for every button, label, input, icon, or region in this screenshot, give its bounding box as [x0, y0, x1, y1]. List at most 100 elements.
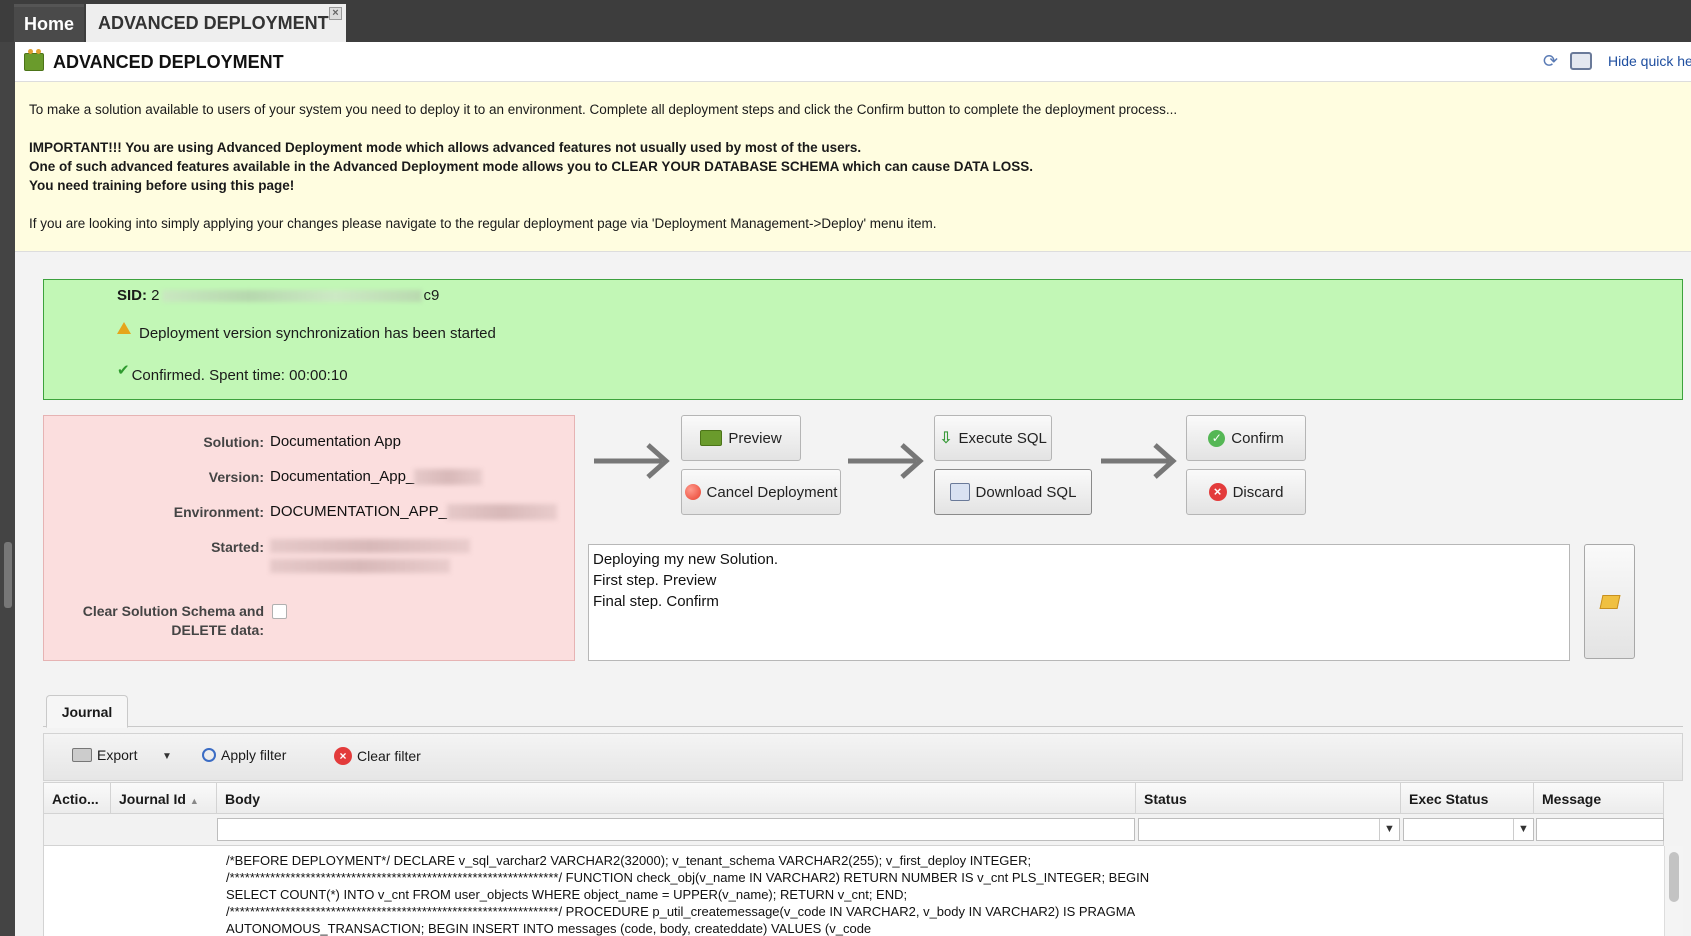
version-value: Documentation_App_: [270, 468, 483, 486]
grid-scrollbar[interactable]: [1664, 846, 1683, 936]
column-header-message[interactable]: Message: [1534, 783, 1665, 815]
column-header-body[interactable]: Body: [217, 783, 1136, 815]
exec-status-filter-select[interactable]: ▼: [1403, 818, 1534, 841]
sid-label: SID:: [117, 287, 147, 304]
preview-icon: [700, 430, 723, 446]
export-icon: [72, 748, 92, 762]
redacted-environment: [446, 504, 557, 521]
download-sql-button[interactable]: Download SQL: [934, 469, 1092, 515]
body-filter-input[interactable]: [217, 818, 1135, 841]
tab-advanced-deployment[interactable]: ADVANCED DEPLOYMENT ×: [86, 4, 346, 42]
journal-toolbar: Export ▼ Apply filter × Clear filter: [43, 733, 1683, 781]
message-filter-input[interactable]: [1536, 818, 1664, 841]
collapse-handle[interactable]: [4, 542, 12, 608]
help-important-line: IMPORTANT!!! You are using Advanced Depl…: [29, 140, 862, 155]
version-text: Documentation_App_: [270, 468, 415, 485]
clear-schema-label-line: Clear Solution Schema and: [82, 603, 264, 619]
arrow-right-icon: [848, 443, 924, 479]
status-filter-select[interactable]: ▼: [1138, 818, 1400, 841]
clear-schema-checkbox[interactable]: [272, 604, 287, 619]
deployment-info-panel: Solution: Documentation App Version: Doc…: [43, 415, 575, 661]
warning-icon: [117, 322, 131, 334]
chevron-down-icon: ▼: [1513, 819, 1533, 840]
confirm-button[interactable]: ✓ Confirm: [1186, 415, 1306, 461]
solution-label: Solution:: [203, 434, 264, 450]
checkmark-icon: ✔: [117, 362, 130, 379]
version-label: Version:: [208, 469, 264, 485]
column-header-exec-status[interactable]: Exec Status: [1401, 783, 1534, 815]
environment-value: DOCUMENTATION_APP_: [270, 503, 557, 521]
confirm-label: Confirm: [1231, 429, 1284, 447]
environment-text: DOCUMENTATION_APP_: [270, 503, 447, 520]
sid-prefix: 2: [151, 287, 160, 304]
journal-grid-body: /*BEFORE DEPLOYMENT*/ DECLARE v_sql_varc…: [43, 846, 1683, 936]
page-title: ADVANCED DEPLOYMENT: [53, 52, 284, 72]
column-header-action[interactable]: Actio...: [44, 783, 111, 815]
column-header-journal-id[interactable]: Journal Id ▲: [111, 783, 217, 815]
cancel-label: Cancel Deployment: [706, 483, 838, 501]
apply-filter-button[interactable]: Apply filter: [202, 747, 286, 763]
print-icon[interactable]: [1570, 52, 1592, 70]
hide-quick-help-link[interactable]: Hide quick he: [1608, 53, 1691, 69]
sid-line: SID: 2 c9: [117, 287, 439, 304]
status-message-confirmed: ✔ Confirmed. Spent time: 00:00:10: [117, 362, 348, 384]
redacted-started-1: [270, 539, 470, 553]
solution-value: Documentation App: [270, 433, 401, 450]
edit-notes-button[interactable]: [1584, 544, 1635, 659]
chevron-down-icon: ▼: [1379, 819, 1399, 840]
help-intro: To make a solution available to users of…: [29, 102, 1178, 117]
edit-icon: [1599, 594, 1620, 609]
page-title-bar: ADVANCED DEPLOYMENT ⟳ Hide quick he: [15, 42, 1691, 82]
redacted-sid: [161, 290, 422, 303]
journal-tab-bar: Journal: [43, 693, 1683, 728]
refresh-icon[interactable]: ⟳: [1543, 52, 1561, 70]
sid-suffix: c9: [423, 287, 440, 304]
help-important-line: One of such advanced features available …: [29, 159, 1033, 174]
clear-schema-label: Clear Solution Schema and DELETE data:: [44, 602, 264, 640]
journal-grid-header: Actio... Journal Id ▲ Body Status Exec St…: [43, 782, 1665, 815]
export-label: Export: [97, 747, 138, 763]
apply-filter-label: Apply filter: [221, 747, 287, 763]
journal-filter-row: ▼ ▼: [43, 814, 1664, 846]
preview-button[interactable]: Preview: [681, 415, 801, 461]
sort-ascending-icon: ▲: [189, 796, 199, 806]
help-footer: If you are looking into simply applying …: [29, 216, 937, 231]
cancel-deployment-button[interactable]: Cancel Deployment: [681, 469, 841, 515]
clear-filter-button[interactable]: × Clear filter: [334, 747, 421, 765]
search-icon: [202, 748, 216, 762]
preview-label: Preview: [728, 429, 782, 447]
tab-journal[interactable]: Journal: [46, 695, 128, 728]
chevron-down-icon: ▼: [162, 751, 172, 762]
quick-help: To make a solution available to users of…: [15, 82, 1691, 252]
close-icon[interactable]: ×: [329, 7, 342, 20]
discard-button[interactable]: × Discard: [1186, 469, 1306, 515]
redacted-version: [414, 469, 483, 486]
environment-label: Environment:: [173, 504, 264, 520]
status-message-started: Deployment version synchronization has b…: [117, 322, 496, 342]
scrollbar-thumb[interactable]: [1669, 852, 1679, 902]
tab-label: ADVANCED DEPLOYMENT: [98, 12, 329, 33]
deployment-notes-textarea[interactable]: Deploying my new Solution. First step. P…: [588, 544, 1570, 661]
column-header-status[interactable]: Status: [1136, 783, 1401, 815]
download-sql-label: Download SQL: [975, 483, 1077, 501]
confirm-icon: ✓: [1208, 429, 1226, 447]
arrow-right-icon: [1101, 443, 1177, 479]
export-button[interactable]: Export: [72, 747, 137, 763]
table-row[interactable]: /*BEFORE DEPLOYMENT*/ DECLARE v_sql_varc…: [226, 852, 1176, 936]
discard-label: Discard: [1232, 483, 1284, 501]
redacted-started-2: [270, 559, 450, 573]
column-label: Journal Id: [119, 791, 186, 807]
top-tab-strip: Home ADVANCED DEPLOYMENT ×: [0, 0, 1691, 42]
started-value: [270, 539, 470, 573]
left-collapse-bar: [0, 42, 15, 936]
cancel-icon: [684, 484, 701, 500]
status-text: Deployment version synchronization has b…: [139, 325, 496, 342]
deployment-status-panel: SID: 2 c9 Deployment version synchronizat…: [43, 279, 1683, 400]
discard-icon: ×: [1208, 483, 1227, 501]
execute-sql-button[interactable]: ⇩ Execute SQL: [934, 415, 1052, 461]
tab-home[interactable]: Home: [14, 4, 84, 42]
download-arrow-icon: ⇩: [939, 430, 953, 447]
clear-filter-label: Clear filter: [357, 748, 421, 764]
clear-schema-label-line: DELETE data:: [171, 622, 264, 638]
export-dropdown[interactable]: ▼: [162, 751, 172, 762]
